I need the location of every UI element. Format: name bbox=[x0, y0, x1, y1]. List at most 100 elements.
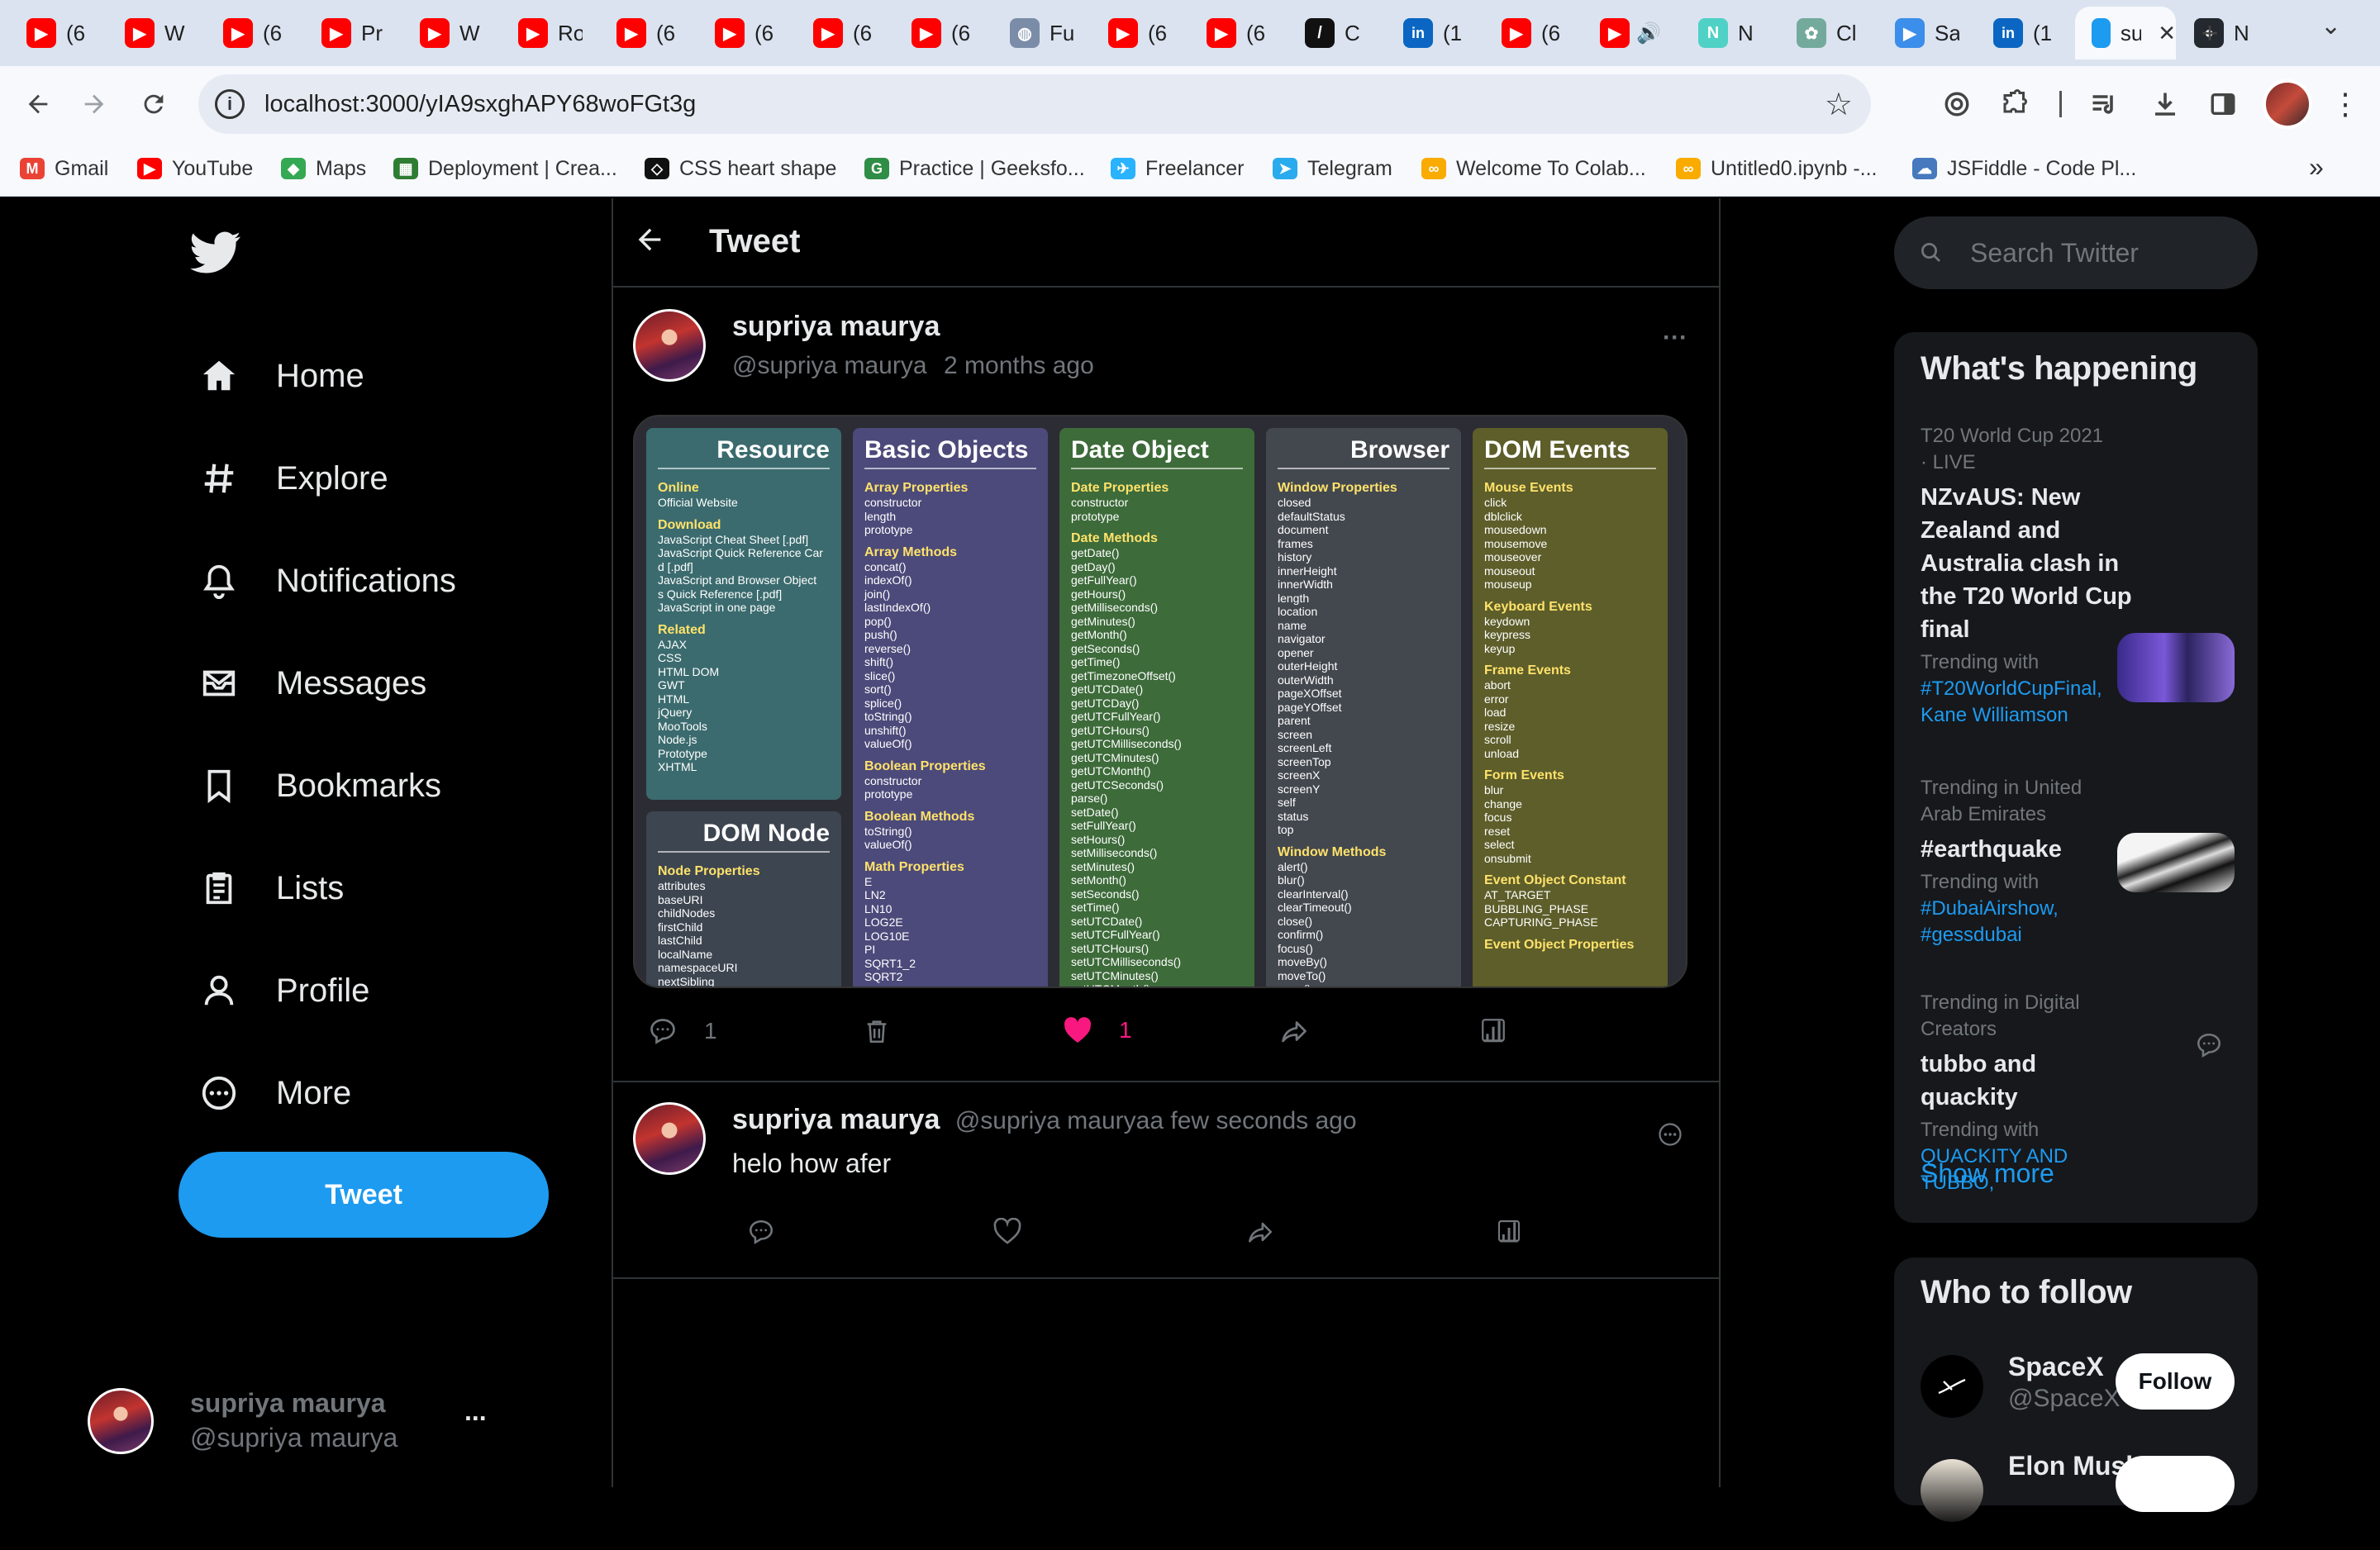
downloads-icon[interactable] bbox=[2144, 83, 2187, 126]
sidebar-item-home[interactable]: Home bbox=[198, 347, 364, 405]
sidebar-item-bookmarks[interactable]: Bookmarks bbox=[198, 757, 441, 815]
bookmark-item[interactable]: ▶ YouTube bbox=[137, 152, 253, 185]
bookmark-label: Welcome To Colab... bbox=[1456, 156, 1646, 180]
reply-analytics-icon[interactable] bbox=[1496, 1218, 1522, 1244]
browser-tab[interactable]: ▶ (6 bbox=[698, 7, 789, 59]
bookmark-item[interactable]: ➤ Telegram bbox=[1273, 152, 1392, 185]
twitter-logo-icon[interactable] bbox=[190, 231, 248, 281]
reply-tweet[interactable]: supriya maurya @supriya mauryaa few seco… bbox=[613, 1082, 1719, 1279]
trend-links[interactable]: #T20WorldCupFinal, Kane Williamson bbox=[1921, 676, 2135, 729]
reply-avatar[interactable] bbox=[633, 1102, 706, 1175]
browser-tab[interactable]: in (1 bbox=[1387, 7, 1478, 59]
account-more-icon[interactable]: ... bbox=[464, 1396, 487, 1427]
search-box[interactable]: Search Twitter bbox=[1894, 216, 2258, 289]
sidebar-item-more[interactable]: More bbox=[198, 1064, 351, 1122]
bookmark-item[interactable]: ◇ CSS heart shape bbox=[645, 152, 836, 185]
browser-tab[interactable]: ▶ (6 bbox=[797, 7, 888, 59]
bookmark-item[interactable]: ◆ Maps bbox=[281, 152, 366, 185]
trend-item[interactable]: Trending in United Arab Emirates #earthqu… bbox=[1894, 775, 2258, 949]
follow-name[interactable]: SpaceX bbox=[2008, 1352, 2104, 1382]
reply-like-icon[interactable] bbox=[993, 1218, 1021, 1244]
browser-profile-avatar[interactable] bbox=[2263, 79, 2312, 129]
media-queue-icon[interactable] bbox=[2082, 83, 2125, 126]
reply-share-icon[interactable] bbox=[1246, 1218, 1274, 1246]
reply-more-icon[interactable] bbox=[1658, 1122, 1683, 1147]
browser-tab[interactable]: ◍ Fu bbox=[993, 7, 1084, 59]
sidebar-item-lists[interactable]: Lists bbox=[198, 859, 344, 917]
new-tab-button[interactable]: + bbox=[2192, 15, 2228, 51]
close-tab-icon[interactable]: ✕ bbox=[2158, 21, 2176, 46]
show-more-link[interactable]: Show more bbox=[1921, 1158, 2054, 1189]
follow-button[interactable] bbox=[2116, 1456, 2235, 1512]
bookmark-item[interactable]: ▦ Deployment | Crea... bbox=[393, 152, 617, 185]
browser-tab[interactable]: / C bbox=[1288, 7, 1379, 59]
cheatsheet-item: self bbox=[1278, 796, 1296, 809]
browser-menu-icon[interactable]: ⋮ bbox=[2324, 83, 2367, 126]
browser-tab[interactable]: ▶ Ro bbox=[502, 7, 593, 59]
tab-title: Ro bbox=[558, 20, 583, 45]
reply-action[interactable]: 1 bbox=[648, 1016, 717, 1046]
site-info-icon[interactable]: i bbox=[215, 89, 245, 119]
browser-tab[interactable]: ▶ W bbox=[108, 7, 199, 59]
tab-search-icon[interactable]: ⌄ bbox=[2320, 12, 2341, 40]
sidebar-item-explore[interactable]: Explore bbox=[198, 449, 388, 507]
browser-tab[interactable]: ▶ Sa bbox=[1878, 7, 1969, 59]
gmail-icon: M bbox=[20, 158, 45, 179]
browser-tab[interactable]: ▶ 🔊 bbox=[1583, 7, 1674, 59]
bookmark-item[interactable]: G Practice | Geeksfo... bbox=[864, 152, 1085, 185]
browser-tab[interactable]: NN bbox=[1682, 7, 1773, 59]
reload-icon[interactable] bbox=[134, 84, 174, 124]
browser-tab[interactable]: su ✕ bbox=[2075, 7, 2176, 59]
browser-tab[interactable]: ▶ (6 bbox=[10, 7, 101, 59]
post-more-icon[interactable]: ··· bbox=[1663, 324, 1687, 352]
reply-comment-icon[interactable] bbox=[747, 1218, 775, 1246]
post-author-handle[interactable]: @supriya maurya bbox=[732, 352, 927, 380]
trend-links[interactable]: #DubaiAirshow, #gessdubai bbox=[1921, 896, 2135, 949]
sidebar-item-profile[interactable]: Profile bbox=[198, 962, 369, 1020]
follow-suggestion[interactable]: Elon Musk bbox=[1894, 1448, 2258, 1550]
analytics-icon[interactable] bbox=[1479, 1016, 1507, 1044]
post-avatar[interactable] bbox=[633, 309, 706, 382]
like-action[interactable]: 1 bbox=[1063, 1016, 1132, 1044]
browser-tab[interactable]: ▶ (6 bbox=[600, 7, 691, 59]
bookmark-item[interactable]: M Gmail bbox=[20, 152, 108, 185]
extension-circle-icon[interactable] bbox=[1935, 83, 1978, 126]
extensions-puzzle-icon[interactable] bbox=[1993, 83, 2036, 126]
bookmark-item[interactable]: ∞ Welcome To Colab... bbox=[1421, 152, 1646, 185]
back-icon[interactable] bbox=[18, 84, 58, 124]
side-panel-icon[interactable] bbox=[2202, 83, 2244, 126]
delete-icon[interactable] bbox=[863, 1016, 891, 1046]
cheatsheet-item: JavaScript in one page bbox=[658, 601, 776, 614]
browser-tab[interactable]: ▶ (6 bbox=[207, 7, 298, 59]
reply-author-name[interactable]: supriya maurya bbox=[732, 1104, 940, 1135]
browser-tab[interactable]: ▶ W bbox=[403, 7, 494, 59]
bookmark-star-icon[interactable]: ☆ bbox=[1825, 86, 1853, 123]
browser-tab[interactable]: ▶ (6 bbox=[1485, 7, 1576, 59]
browser-tab[interactable]: in (1 bbox=[1977, 7, 2068, 59]
tweet-button[interactable]: Tweet bbox=[178, 1152, 549, 1238]
forward-icon[interactable] bbox=[74, 84, 114, 124]
browser-tab[interactable]: ✿ Cl bbox=[1780, 7, 1871, 59]
back-arrow-icon[interactable] bbox=[633, 223, 666, 256]
bookmark-item[interactable]: ∞ Untitled0.ipynb -... bbox=[1676, 152, 1878, 185]
search-input[interactable]: Search Twitter bbox=[1970, 238, 2139, 269]
bookmarks-overflow-icon[interactable]: » bbox=[2309, 152, 2324, 183]
follow-suggestion[interactable]: SpaceX @SpaceX Follow bbox=[1894, 1340, 2258, 1443]
bookmark-item[interactable]: ✈ Freelancer bbox=[1111, 152, 1245, 185]
comment-icon[interactable] bbox=[2195, 1031, 2223, 1059]
browser-tab[interactable]: ▶ (6 bbox=[1092, 7, 1183, 59]
share-icon[interactable] bbox=[1279, 1016, 1309, 1046]
sidebar-item-messages[interactable]: Messages bbox=[198, 654, 426, 712]
trend-item[interactable]: T20 World Cup 2021 · LIVE NZvAUS: New Zea… bbox=[1894, 423, 2258, 729]
sidebar-item-notifications[interactable]: Notifications bbox=[198, 552, 456, 610]
account-switcher[interactable]: supriya maurya @supriya maurya ... bbox=[88, 1385, 534, 1454]
post-author-name[interactable]: supriya maurya bbox=[732, 311, 940, 343]
browser-tab[interactable]: ▶ Pr bbox=[305, 7, 396, 59]
browser-tab[interactable]: ▶ (6 bbox=[895, 7, 986, 59]
browser-tab[interactable]: ▶ (6 bbox=[1190, 7, 1281, 59]
post-image-cheatsheet[interactable]: Resource Online Official Website Download Ja… bbox=[633, 415, 1687, 988]
cheatsheet-item: setDate() bbox=[1071, 805, 1119, 819]
address-bar[interactable]: i localhost:3000/yIA9sxghAPY68woFGt3g ☆ bbox=[198, 74, 1871, 134]
bookmark-item[interactable]: ☁ JSFiddle - Code Pl... bbox=[1912, 152, 2136, 185]
follow-button[interactable]: Follow bbox=[2116, 1353, 2235, 1410]
